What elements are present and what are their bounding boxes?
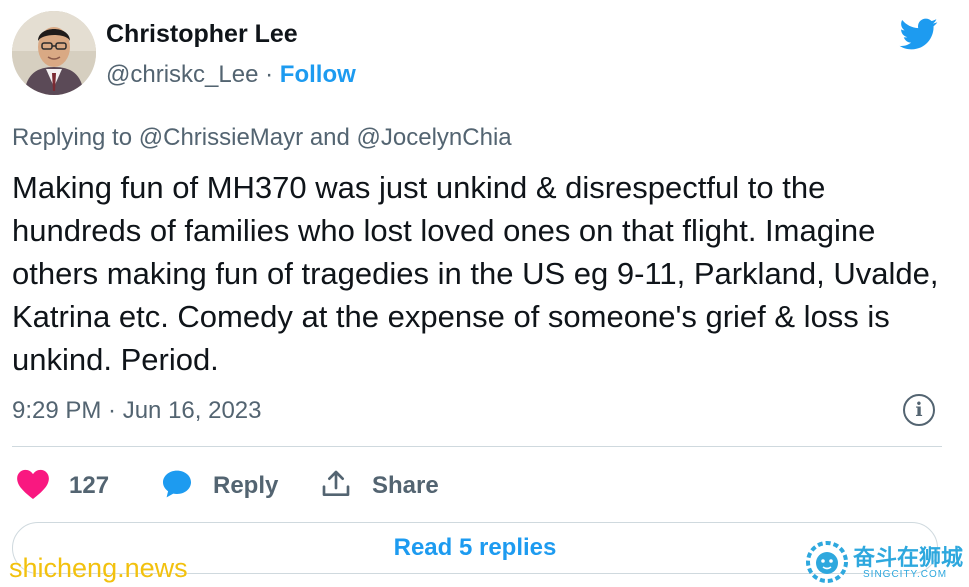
reply-bubble-icon[interactable]	[160, 468, 194, 500]
share-label[interactable]: Share	[372, 472, 439, 500]
watermark-logo: 奋斗在狮城 SINGCITY.COM	[805, 540, 963, 584]
watermark-right-sub: SINGCITY.COM	[863, 569, 948, 580]
replying-user-link[interactable]: @JocelynChia	[357, 124, 512, 151]
reply-label[interactable]: Reply	[213, 472, 278, 500]
share-icon[interactable]	[320, 468, 352, 500]
watermark-right-title: 奋斗在狮城	[853, 546, 964, 571]
author-handle[interactable]: @chriskc_Lee	[106, 61, 258, 88]
like-count[interactable]: 127	[69, 472, 109, 500]
watermark-left: shicheng.news	[9, 553, 188, 583]
replying-user-link[interactable]: @ChrissieMayr	[139, 124, 303, 151]
author-avatar[interactable]	[12, 11, 96, 95]
handle-separator: ·	[265, 61, 274, 88]
replying-conjunction: and	[309, 124, 350, 151]
avatar-image	[12, 11, 96, 95]
tweet-timestamp[interactable]: 9:29 PM · Jun 16, 2023	[12, 397, 262, 425]
divider	[12, 446, 942, 447]
tweet-actions: 127 Reply Share	[12, 462, 712, 508]
lion-logo-icon	[806, 541, 848, 583]
author-handle-row: @chriskc_Lee · Follow	[106, 61, 356, 89]
author-name[interactable]: Christopher Lee	[106, 20, 298, 49]
replying-to: Replying to @ChrissieMayr and @JocelynCh…	[12, 124, 512, 152]
tweet-text: Making fun of MH370 was just unkind & di…	[12, 170, 939, 377]
replying-prefix: Replying to	[12, 124, 133, 151]
twitter-bird-icon[interactable]	[895, 14, 941, 54]
info-icon[interactable]: i	[903, 394, 935, 426]
heart-icon[interactable]	[16, 468, 50, 500]
follow-button[interactable]: Follow	[280, 61, 356, 88]
